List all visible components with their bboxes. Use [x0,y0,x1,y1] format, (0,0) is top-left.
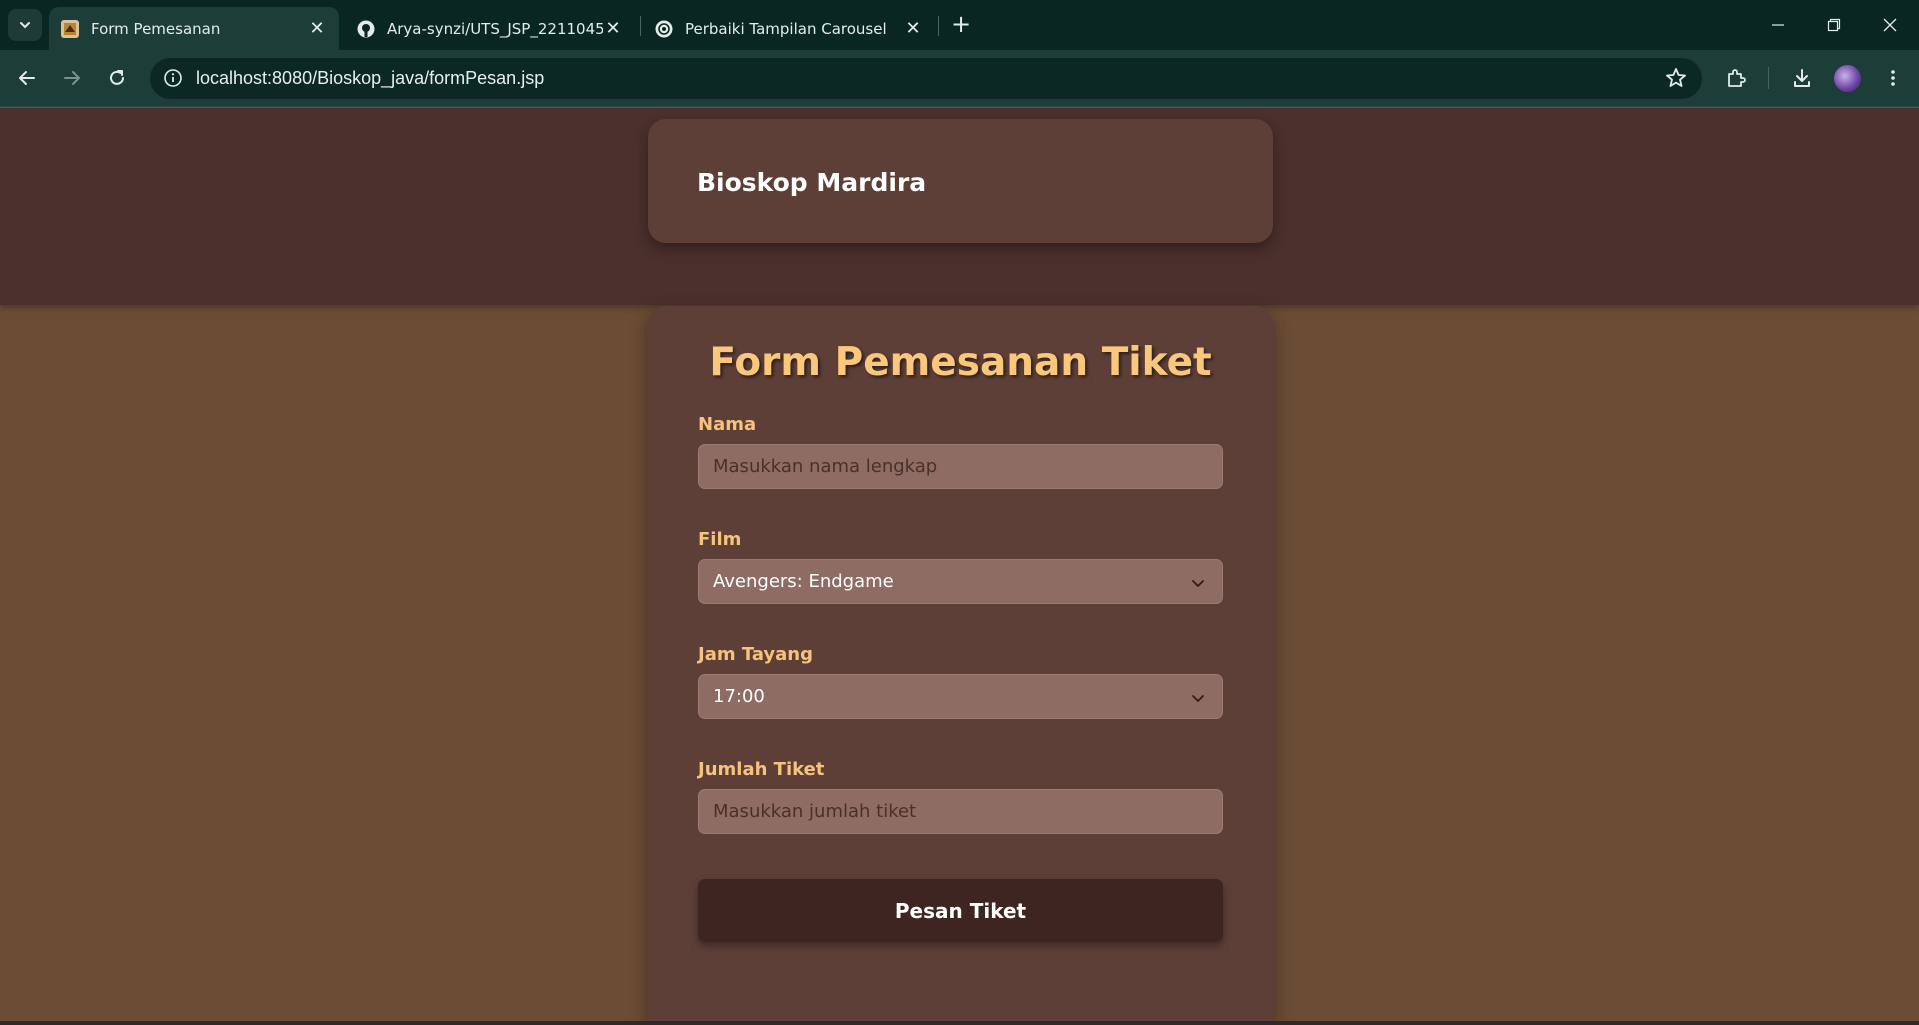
brand-title[interactable]: Bioskop Mardira [697,168,926,197]
download-icon [1794,69,1810,87]
github-icon [357,20,375,38]
tab-search-button[interactable] [8,9,42,41]
close-tab-icon[interactable]: ✕ [903,18,923,39]
back-button[interactable] [9,60,45,96]
nama-field[interactable] [698,444,1223,489]
minimize-icon [1772,24,1784,26]
tab-github[interactable]: Arya-synzi/UTS_JSP_22110456_ ✕ [345,7,635,50]
jumlah-tiket-field[interactable] [698,789,1223,834]
close-icon [1883,18,1897,32]
restore-button[interactable] [1806,0,1862,50]
close-tab-icon[interactable]: ✕ [307,18,327,39]
chevron-down-icon [20,22,30,29]
nama-label: Nama [698,414,757,435]
jam-selected-value: 17:00 [713,686,765,707]
film-select[interactable]: Avengers: Endgame [698,559,1223,604]
tab-divider [938,16,939,36]
jumlah-tiket-input[interactable] [699,790,1222,833]
url-text[interactable]: localhost:8080/Bioskop_java/formPesan.js… [196,68,544,89]
header-band: Bioskop Mardira [0,108,1919,305]
toolbar-divider [1768,67,1769,89]
jumlah-tiket-label: Jumlah Tiket [698,759,825,780]
chevron-down-icon [1192,580,1204,587]
reload-button[interactable] [99,60,135,96]
arrow-left-icon [19,71,35,85]
tab-strip: Form Pemesanan ✕ Arya-synzi/UTS_JSP_2211… [0,0,1919,50]
site-info-icon[interactable] [160,65,186,91]
film-selected-value: Avengers: Endgame [713,571,894,592]
chatgpt-icon [655,20,673,38]
extensions-button[interactable] [1718,60,1754,96]
tab-chatgpt[interactable]: Perbaiki Tampilan Carousel ✕ [643,7,935,50]
window-bottom-edge [0,1021,1919,1025]
tab-divider [640,16,641,36]
jam-tayang-label: Jam Tayang [698,644,813,665]
booking-form-card: Form Pemesanan Tiket Nama Film Avengers:… [648,306,1273,1021]
kebab-menu-icon [1891,70,1895,86]
form-title: Form Pemesanan Tiket [709,340,1212,385]
page-content: Bioskop Mardira Form Pemesanan Tiket Nam… [0,108,1919,1021]
tab-title: Form Pemesanan [91,19,221,38]
chevron-down-icon [1192,695,1204,702]
brand-card: Bioskop Mardira [648,119,1273,243]
puzzle-icon [1728,69,1746,87]
pesan-tiket-button[interactable]: Pesan Tiket [698,879,1223,942]
tab-title: Perbaiki Tampilan Carousel [685,19,887,38]
reload-icon [110,70,124,85]
downloads-button[interactable] [1784,60,1820,96]
browser-toolbar: localhost:8080/Bioskop_java/formPesan.js… [0,50,1919,107]
film-label: Film [698,529,742,550]
browser-menu-button[interactable] [1875,60,1911,96]
forward-button[interactable] [54,60,90,96]
new-tab-button[interactable]: + [948,12,974,38]
favicon-cinema-icon [61,19,79,38]
address-bar[interactable]: localhost:8080/Bioskop_java/formPesan.js… [150,58,1702,99]
jam-tayang-select[interactable]: 17:00 [698,674,1223,719]
profile-avatar[interactable] [1834,65,1861,92]
tab-form-pemesanan[interactable]: Form Pemesanan ✕ [49,7,339,50]
bookmark-star-icon[interactable] [1664,66,1688,90]
restore-icon [1827,18,1841,32]
close-tab-icon[interactable]: ✕ [603,18,623,39]
tab-title: Arya-synzi/UTS_JSP_22110456_ [387,19,603,38]
minimize-button[interactable] [1750,0,1806,50]
close-window-button[interactable] [1862,0,1918,50]
arrow-right-icon [64,71,80,85]
nama-input[interactable] [699,445,1222,488]
